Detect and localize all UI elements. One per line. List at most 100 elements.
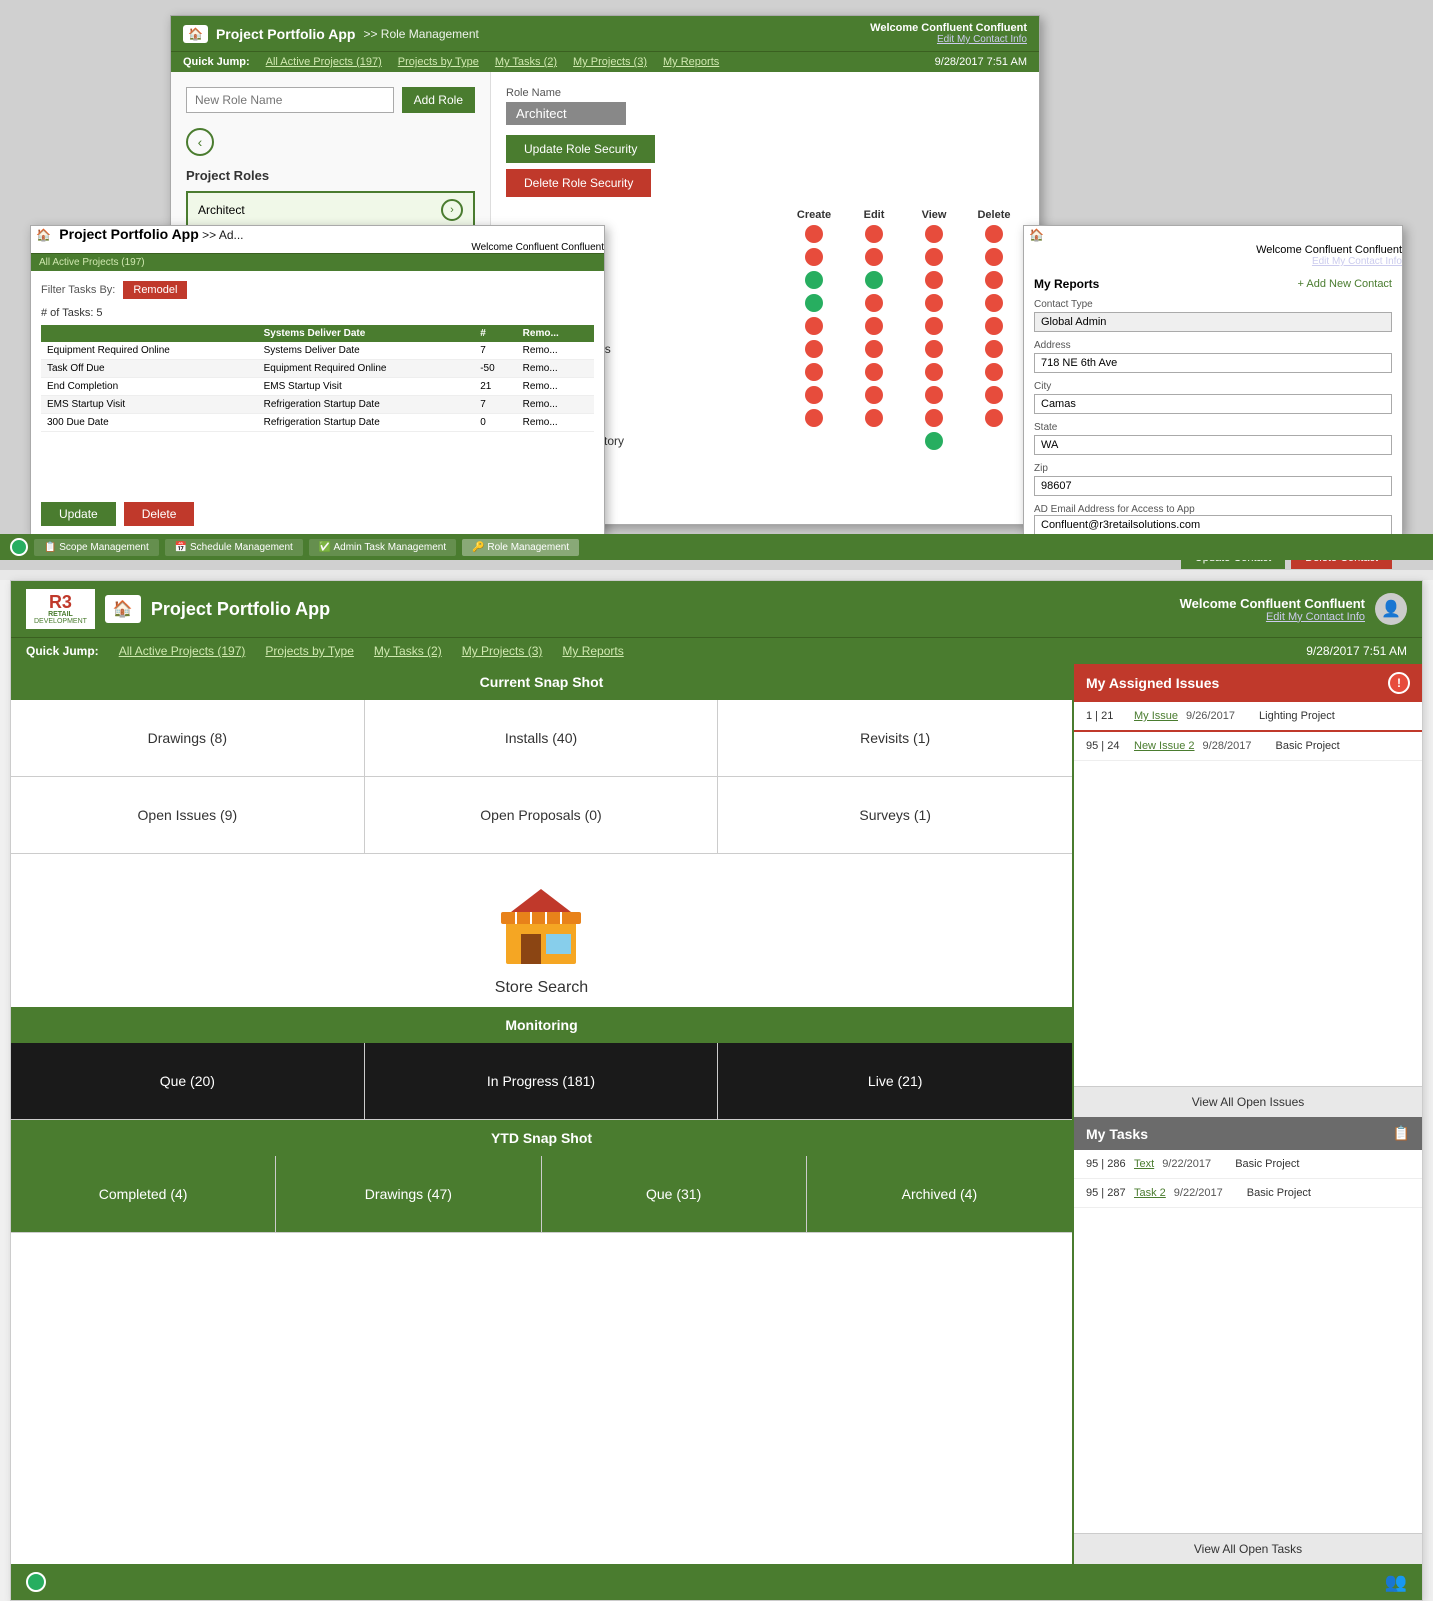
- dot-uploads-edit[interactable]: [865, 409, 883, 427]
- dot-financials-create[interactable]: [805, 340, 823, 358]
- nav-by-type-main[interactable]: Projects by Type: [265, 644, 354, 658]
- dot-uploads-view[interactable]: [925, 409, 943, 427]
- issue-link-1[interactable]: My Issue: [1134, 710, 1178, 722]
- task-link-2[interactable]: Task 2: [1134, 1187, 1166, 1199]
- back-button[interactable]: ‹: [186, 128, 214, 156]
- filter-remodel-button[interactable]: Remodel: [123, 281, 187, 299]
- dot-projectteam-view[interactable]: [925, 248, 943, 266]
- dot-financials-view[interactable]: [925, 340, 943, 358]
- store-search-wrapper[interactable]: Store Search: [495, 884, 588, 997]
- home-icon-main[interactable]: 🏠: [105, 595, 141, 623]
- dot-projectpos-edit[interactable]: [865, 317, 883, 335]
- dot-audit-create[interactable]: [805, 432, 823, 450]
- dot-scope-create[interactable]: [805, 386, 823, 404]
- dot-projectdata-view[interactable]: [925, 225, 943, 243]
- delete-role-button[interactable]: Delete Role Security: [506, 169, 651, 197]
- nav-my-projects-main[interactable]: My Projects (3): [462, 644, 543, 658]
- cell-installs[interactable]: Installs (40): [365, 700, 719, 776]
- dot-projectissues-delete[interactable]: [985, 294, 1003, 312]
- view-all-tasks-button[interactable]: View All Open Tasks: [1074, 1533, 1422, 1564]
- nav-my-reports[interactable]: My Reports: [663, 56, 719, 68]
- tab-schedule[interactable]: 📅 Schedule Management: [165, 539, 303, 556]
- dot-projectpos-view[interactable]: [925, 317, 943, 335]
- zip-input[interactable]: [1034, 476, 1392, 496]
- dot-projectissues-create[interactable]: [805, 294, 823, 312]
- nav-my-projects[interactable]: My Projects (3): [573, 56, 647, 68]
- tab-scope[interactable]: 📋 Scope Management: [34, 539, 159, 556]
- update-role-button[interactable]: Update Role Security: [506, 135, 655, 163]
- dot-projectpos-delete[interactable]: [985, 317, 1003, 335]
- dot-audit-edit[interactable]: [865, 432, 883, 450]
- dot-projectdata-edit[interactable]: [865, 225, 883, 243]
- cell-live[interactable]: Live (21): [718, 1043, 1072, 1119]
- update-button[interactable]: Update: [41, 502, 116, 526]
- tab-admin-task[interactable]: ✅ Admin Task Management: [309, 539, 456, 556]
- dot-notes-create[interactable]: [805, 363, 823, 381]
- nav-my-tasks-main[interactable]: My Tasks (2): [374, 644, 442, 658]
- role-item-architect[interactable]: Architect ›: [186, 191, 475, 229]
- contact-type-select[interactable]: Global Admin: [1034, 312, 1392, 332]
- dot-projectissues-edit[interactable]: [865, 294, 883, 312]
- cell-archived[interactable]: Archived (4): [807, 1156, 1072, 1232]
- cell-surveys[interactable]: Surveys (1): [718, 777, 1072, 853]
- add-contact-button[interactable]: + Add New Contact: [1298, 278, 1392, 290]
- email-input[interactable]: [1034, 515, 1392, 535]
- dot-uploads-create[interactable]: [805, 409, 823, 427]
- dot-notes-delete[interactable]: [985, 363, 1003, 381]
- dot-scope-view[interactable]: [925, 386, 943, 404]
- nav-all-active[interactable]: All Active Projects (197): [266, 56, 382, 68]
- dot-uploads-delete[interactable]: [985, 409, 1003, 427]
- home-icon-contacts[interactable]: 🏠: [1024, 226, 1049, 244]
- edit-contact-main[interactable]: Edit My Contact Info: [1180, 611, 1365, 623]
- dot-projectteam-edit[interactable]: [865, 248, 883, 266]
- cell-que-ytd[interactable]: Que (31): [542, 1156, 807, 1232]
- dot-projecttasks-delete[interactable]: [985, 271, 1003, 289]
- tasks-nav-alljump[interactable]: All Active Projects (197): [39, 257, 145, 268]
- dot-projecttasks-view[interactable]: [925, 271, 943, 289]
- cell-drawings[interactable]: Drawings (8): [11, 700, 365, 776]
- edit-contact-contacts[interactable]: Edit My Contact Info: [1024, 256, 1402, 267]
- dot-audit-view[interactable]: [925, 432, 943, 450]
- add-role-button[interactable]: Add Role: [402, 87, 475, 113]
- nav-all-active-main[interactable]: All Active Projects (197): [119, 644, 246, 658]
- dot-projectdata-create[interactable]: [805, 225, 823, 243]
- footer-user-icon[interactable]: 👥: [1385, 1572, 1407, 1593]
- dot-projectteam-create[interactable]: [805, 248, 823, 266]
- city-input[interactable]: [1034, 394, 1392, 414]
- nav-my-reports-main[interactable]: My Reports: [562, 644, 623, 658]
- tab-role-management[interactable]: 🔑 Role Management: [462, 539, 579, 556]
- view-all-issues-button[interactable]: View All Open Issues: [1074, 1086, 1422, 1117]
- dot-notes-edit[interactable]: [865, 363, 883, 381]
- dot-audit-delete[interactable]: [985, 432, 1003, 450]
- cell-open-proposals[interactable]: Open Proposals (0): [365, 777, 719, 853]
- dot-projectdata-delete[interactable]: [985, 225, 1003, 243]
- cell-drawings-ytd[interactable]: Drawings (47): [276, 1156, 541, 1232]
- dot-projectteam-delete[interactable]: [985, 248, 1003, 266]
- dot-financials-edit[interactable]: [865, 340, 883, 358]
- home-icon-tasks[interactable]: 🏠: [31, 226, 56, 244]
- dot-projectissues-view[interactable]: [925, 294, 943, 312]
- home-icon[interactable]: 🏠: [183, 25, 208, 43]
- cell-open-issues[interactable]: Open Issues (9): [11, 777, 365, 853]
- dot-projecttasks-edit[interactable]: [865, 271, 883, 289]
- nav-my-tasks[interactable]: My Tasks (2): [495, 56, 557, 68]
- dot-projectpos-create[interactable]: [805, 317, 823, 335]
- dot-notes-view[interactable]: [925, 363, 943, 381]
- cell-revisits[interactable]: Revisits (1): [718, 700, 1072, 776]
- delete-button[interactable]: Delete: [124, 502, 195, 526]
- dot-scope-delete[interactable]: [985, 386, 1003, 404]
- state-input[interactable]: [1034, 435, 1392, 455]
- dot-projecttasks-create[interactable]: [805, 271, 823, 289]
- cell-in-progress[interactable]: In Progress (181): [365, 1043, 719, 1119]
- cell-que[interactable]: Que (20): [11, 1043, 365, 1119]
- issue-link-2[interactable]: New Issue 2: [1134, 740, 1195, 752]
- task-cell: Task Off Due: [41, 360, 258, 378]
- nav-by-type[interactable]: Projects by Type: [398, 56, 479, 68]
- task-link-1[interactable]: Text: [1134, 1158, 1154, 1170]
- cell-completed[interactable]: Completed (4): [11, 1156, 276, 1232]
- dot-financials-delete[interactable]: [985, 340, 1003, 358]
- edit-contact-link-role[interactable]: Edit My Contact Info: [870, 34, 1027, 45]
- new-role-input[interactable]: [186, 87, 394, 113]
- dot-scope-edit[interactable]: [865, 386, 883, 404]
- address-input[interactable]: [1034, 353, 1392, 373]
